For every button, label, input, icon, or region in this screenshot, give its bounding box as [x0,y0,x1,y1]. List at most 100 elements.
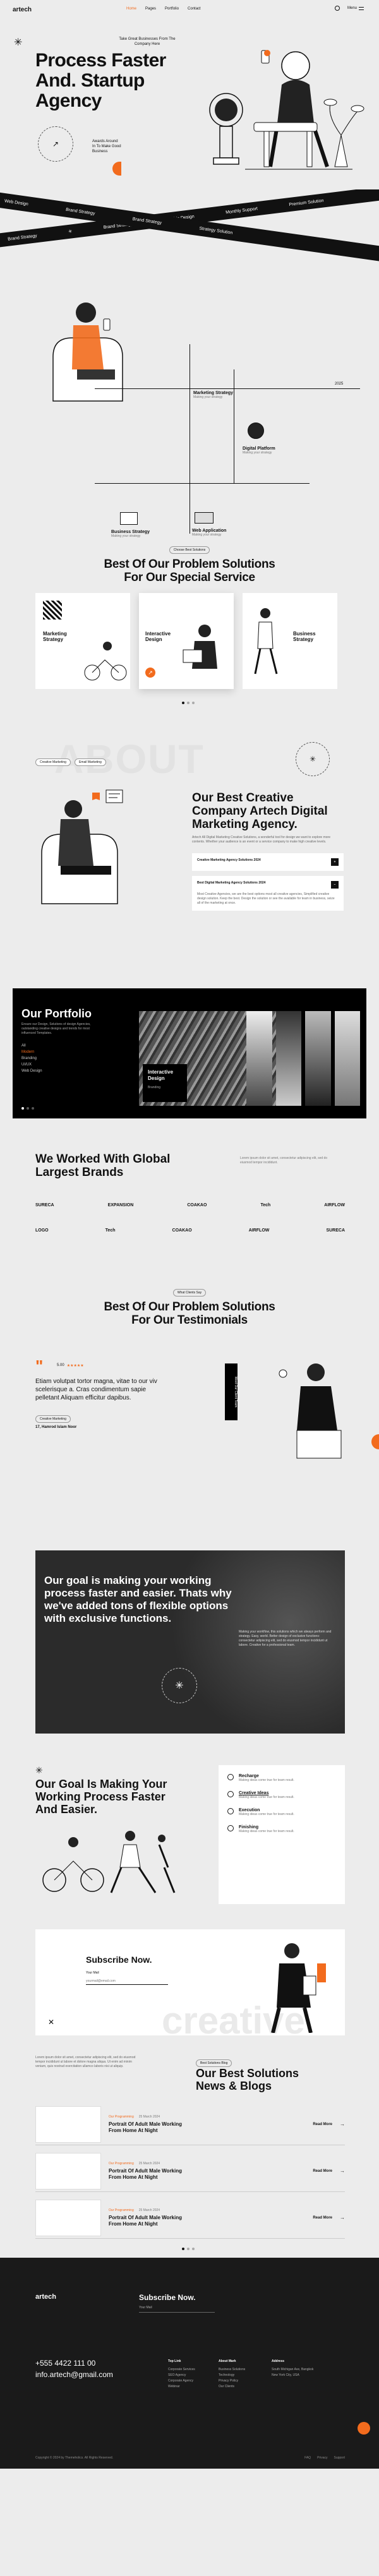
ribbon-section: Brand Strategy ✳ Brand Strategy Graphic … [0,189,379,294]
filter-branding[interactable]: Branding [21,1055,42,1062]
news-category[interactable]: Our Programming [109,2162,134,2166]
nav-portfolio[interactable]: Portfolio [165,7,179,11]
brand-logo: AIRFLOW [324,1203,345,1207]
filter-all[interactable]: All [21,1043,42,1049]
footer-email[interactable]: info.artech@gmail.com [35,2370,113,2379]
portfolio-dots[interactable] [21,1107,34,1110]
news-item[interactable]: Our Programming 25 March 2024 Portrait O… [35,2197,345,2239]
slider-dots[interactable] [182,702,195,704]
nav-home[interactable]: Home [126,7,136,11]
footer-email-field[interactable] [139,2312,215,2313]
service-title: Business Strategy [111,530,150,534]
portfolio-image-strip[interactable] [246,1011,360,1106]
service-digital-platform[interactable]: Digital Platform Making your strategy [243,446,275,455]
plus-icon: + [331,858,339,866]
about-circle-badge[interactable]: ✳ [296,742,330,776]
solution-card-title: Marketing Strategy [43,631,67,642]
footer: artech Subscribe Now. Your Mail +555 442… [0,2258,379,2469]
goal-banner: Our goal is making your working process … [35,1550,345,1734]
news-eyebrow: Best Solutions Blog [196,2056,232,2067]
accordion: Creative Marketing Agency Solutions 2024… [192,853,344,911]
filter-modern[interactable]: Modern [21,1049,42,1055]
subscribe-card: creative Subscribe Now. Your Mail [35,1929,345,2035]
nav-contact[interactable]: Contact [188,7,201,11]
portfolio-filter-list: All Modern Branding UI/UX Web Design [21,1043,42,1074]
news-category[interactable]: Our Programming [109,2208,134,2212]
recharge-icon [227,1774,234,1780]
testimonial-illustration [279,1363,342,1459]
orange-accent-shape [112,162,121,176]
news-title-text: Portrait Of Adult Male Working From Home… [109,2121,183,2133]
quote-icon: " [35,1357,44,1375]
footer-col-address: Address South Michigan Ave, Bangkok New … [272,2359,314,2377]
goal-list-item[interactable]: Recharge Making ideas come true for team … [227,1774,336,1782]
goal-list-item[interactable]: Execution Making ideas come true for team… [227,1808,336,1816]
goal-list-item[interactable]: Creative Ideas Making ideas come true for… [227,1791,336,1799]
brands-row: LOGO Tech COAKAO AIRFLOW SURECA [35,1228,345,1233]
testimonial-quote: Etiam volutpat tortor magna, vitae to ou… [35,1378,157,1401]
main-nav: Home Pages Portfolio Contact [126,7,201,11]
footer-link-privacy[interactable]: Privacy [317,2456,327,2460]
tag[interactable]: Email Marketing [74,758,106,766]
service-marketing-strategy[interactable]: Marketing Strategy Making your strategy [193,391,233,399]
testimonial-tag[interactable]: Creative Marketing [35,1411,71,1423]
goal-list-item[interactable]: Finishing Making ideas come true for team… [227,1825,336,1833]
hero-title: Process Faster And. Startup Agency [35,51,166,111]
service-business-strategy[interactable]: Business Strategy Making your strategy [111,512,150,538]
services-illustration [52,303,123,402]
footer-col-about: About Mark Business Solutions Technology… [219,2359,246,2388]
read-more-link[interactable]: Read More [313,2169,332,2173]
brand-logo: COAKAO [172,1228,192,1233]
solution-card[interactable]: Business Strategy [243,593,337,689]
news-title-text: Portrait Of Adult Male Working From Home… [109,2167,183,2180]
about-tags: Creative Marketing Email Marketing [35,758,106,766]
footer-phone[interactable]: +555 4422 111 00 [35,2359,95,2368]
email-field[interactable] [86,1977,168,1985]
read-more-link[interactable]: Read More [313,2216,332,2220]
arrow-button[interactable]: ↗ [145,668,155,678]
footer-logo[interactable]: artech [35,2293,56,2301]
brand-logo: Tech [105,1228,116,1233]
sparkle-icon: ✳ [35,1765,43,1775]
service-web-application[interactable]: Web Application Making your strategy [192,512,226,537]
service-title: Web Application [192,529,227,533]
filter-uiux[interactable]: UI/UX [21,1062,42,1068]
hamburger-icon [359,6,364,10]
tag[interactable]: Creative Marketing [35,758,71,766]
hero-title-line: Agency [35,90,102,111]
menu-button[interactable]: Menu [347,6,364,10]
news-category[interactable]: Our Programming [109,2115,134,2119]
filter-web-design[interactable]: Web Design [21,1068,42,1074]
creative-circle-badge[interactable]: ↗ [38,126,73,162]
read-more-link[interactable]: Read More [313,2123,332,2126]
accordion-title: Creative Marketing Agency Solutions 2024 [197,858,261,862]
logo[interactable]: artech [13,6,32,13]
ribbon-item: Brand Strategy [7,233,38,242]
accordion-item-open[interactable]: Best Digital Marketing Agency Solutions … [192,876,344,911]
goal-banner-section: Our goal is making your working process … [0,1550,379,1765]
footer-link-faq[interactable]: FAQ [304,2456,311,2460]
service-counter: 2025 [335,382,344,386]
hero-title-line: Process Faster [35,50,166,71]
sparkle-icon: ✕ [48,2018,55,2027]
news-item[interactable]: Our Programming 25 March 2024 Portrait O… [35,2150,345,2192]
solution-card-active[interactable]: Interactive Design ↗ [139,593,234,689]
brand-logo: AIRFLOW [248,1228,270,1233]
news-dots[interactable] [182,2248,195,2250]
accordion-item[interactable]: Creative Marketing Agency Solutions 2024… [192,853,344,871]
solution-card[interactable]: Marketing Strategy [35,593,130,689]
goal-list-section: ✳ Our Goal Is Making Your Working Proces… [0,1765,379,1929]
service-subtitle: Making your strategy [243,451,272,455]
nav-pages[interactable]: Pages [145,7,156,11]
footer-link-support[interactable]: Support [334,2456,345,2460]
goal-circle-badge[interactable]: ✳ [162,1668,197,1703]
portfolio-overlay-card[interactable]: Interactive Design Branding [143,1064,187,1102]
solution-card-title: Interactive Design [145,631,171,642]
news-item[interactable]: Our Programming 25 March 2024 Portrait O… [35,2104,345,2145]
arrow-icon: → [340,2215,345,2220]
search-icon[interactable] [335,6,340,11]
solution-card-title: Business Strategy [293,631,316,642]
testimonials-eyebrow: What Clients Say [0,1285,379,1297]
solutions-section: Choose Best Solutions Best Of Our Proble… [0,546,379,736]
service-title: Marketing Strategy [193,391,234,395]
